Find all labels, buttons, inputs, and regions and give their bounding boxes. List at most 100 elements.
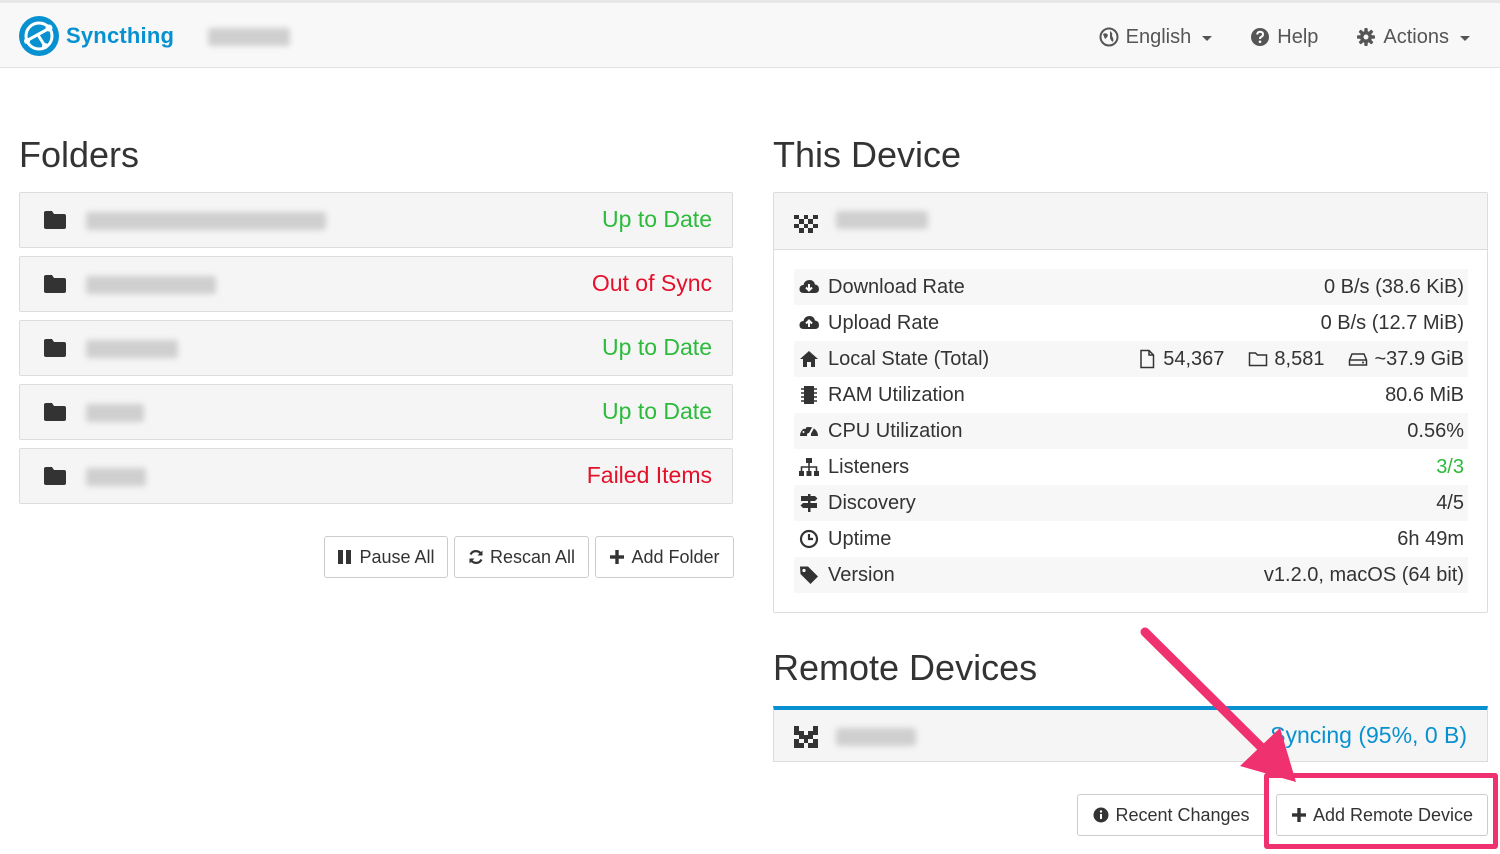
stat-label: Discovery [828, 491, 916, 514]
pause-all-button[interactable]: Pause All [324, 536, 448, 578]
recent-changes-label: Recent Changes [1115, 804, 1250, 825]
folder-status: Up to Date [602, 334, 712, 360]
stat-label: Download Rate [828, 275, 965, 298]
local-state-values: 54,367 8,581 ~37.9 GiB [1137, 348, 1464, 371]
stat-value: 3/3 [1436, 455, 1464, 478]
local-files-count: 54,367 [1163, 347, 1225, 370]
stat-value: 6h 49m [1397, 527, 1464, 550]
folder-name-blurred [86, 276, 216, 294]
folder-status: Up to Date [602, 206, 712, 232]
stat-row-ram: RAM Utilization 80.6 MiB [794, 377, 1468, 413]
rescan-all-label: Rescan All [489, 546, 576, 567]
cloud-download-icon [799, 280, 819, 293]
this-device-panel: Download Rate 0 B/s (38.6 KiB) Upload Ra… [773, 192, 1488, 613]
chevron-down-icon [1460, 35, 1470, 41]
brand-name: Syncthing [66, 23, 175, 48]
remote-device-status: Syncing (95%, 0 B) [1270, 722, 1467, 748]
folder-icon [44, 403, 66, 421]
folder-status: Out of Sync [591, 270, 712, 296]
globe-icon [1099, 27, 1119, 47]
dashboard-icon [800, 425, 818, 437]
folder-name-blurred [86, 404, 144, 422]
stat-row-discovery: Discovery 4/5 [794, 485, 1468, 521]
help-link[interactable]: Help [1250, 26, 1318, 49]
file-icon [1140, 349, 1155, 369]
stat-row-listeners: Listeners 3/3 [794, 449, 1468, 485]
stat-label: Upload Rate [828, 311, 940, 334]
actions-dropdown[interactable]: Actions [1356, 26, 1470, 49]
folder-panel[interactable]: Up to Date [19, 192, 733, 248]
folder-panel[interactable]: Out of Sync [19, 256, 733, 312]
remote-device-panel[interactable]: Syncing (95%, 0 B) [773, 706, 1488, 762]
folder-icon [44, 211, 66, 229]
stat-label: Uptime [828, 527, 892, 550]
syncthing-logo-icon [19, 16, 59, 56]
folder-panel[interactable]: Up to Date [19, 320, 733, 376]
chevron-down-icon [1202, 35, 1213, 41]
this-device-header[interactable] [774, 193, 1487, 250]
folder-name-blurred [86, 212, 326, 230]
stat-value: 4/5 [1436, 491, 1464, 514]
gear-icon [1357, 28, 1376, 46]
brand[interactable]: Syncthing [18, 14, 174, 58]
stat-value: 80.6 MiB [1385, 383, 1464, 406]
stat-row-download-rate: Download Rate 0 B/s (38.6 KiB) [794, 269, 1468, 305]
stat-label: Version [828, 563, 895, 586]
folder-icon [44, 339, 66, 357]
stat-label: CPU Utilization [828, 419, 963, 442]
folder-name-blurred [86, 468, 146, 486]
folder-outline-icon [1249, 352, 1268, 367]
language-label: English [1125, 25, 1192, 48]
stat-label: RAM Utilization [828, 383, 965, 406]
stat-value: 0.56% [1407, 419, 1464, 442]
stat-row-upload-rate: Upload Rate 0 B/s (12.7 MiB) [794, 305, 1468, 341]
question-circle-icon [1251, 28, 1270, 46]
folder-name-blurred [86, 340, 178, 358]
memory-chip-icon [801, 386, 817, 404]
stat-row-uptime: Uptime 6h 49m [794, 521, 1468, 557]
stat-value: 0 B/s (38.6 KiB) [1323, 275, 1464, 298]
refresh-icon [469, 550, 483, 564]
remote-device-name-blurred [836, 728, 916, 746]
stat-row-local-state: Local State (Total) 54,367 8,581 ~37.9 G… [794, 341, 1468, 377]
device-name-blurred [836, 211, 928, 229]
pause-icon [338, 550, 352, 564]
pause-all-label: Pause All [359, 546, 435, 567]
add-remote-device-button[interactable]: Add Remote Device [1276, 794, 1488, 836]
device-stats-table: Download Rate 0 B/s (38.6 KiB) Upload Ra… [794, 269, 1468, 593]
stat-label: Local State (Total) [828, 347, 990, 370]
add-remote-device-label: Add Remote Device [1312, 804, 1474, 825]
rescan-all-button[interactable]: Rescan All [454, 536, 589, 578]
clock-icon [799, 529, 819, 549]
folder-icon [44, 275, 66, 293]
add-folder-button[interactable]: Add Folder [595, 536, 734, 578]
folders-heading: Folders [19, 134, 140, 175]
home-icon [800, 351, 818, 367]
stat-value: 0 B/s (12.7 MiB) [1320, 311, 1464, 334]
remote-devices-heading: Remote Devices [773, 647, 1038, 688]
navbar: Syncthing English Help Actions [0, 0, 1500, 68]
local-size: ~37.9 GiB [1374, 347, 1464, 370]
signpost-icon [800, 494, 818, 512]
recent-changes-button[interactable]: Recent Changes [1077, 794, 1266, 836]
folder-panel[interactable]: Up to Date [19, 384, 733, 440]
hard-drive-icon [1349, 353, 1368, 366]
plus-icon [1291, 808, 1306, 822]
device-name-blurred [208, 28, 290, 46]
folder-status: Failed Items [586, 462, 712, 488]
this-device-heading: This Device [773, 134, 962, 175]
folder-status: Up to Date [602, 398, 712, 424]
stat-row-version: Version v1.2.0, macOS (64 bit) [794, 557, 1468, 593]
folder-panel[interactable]: Failed Items [19, 448, 733, 504]
device-identicon-icon [794, 726, 818, 748]
device-identicon-icon [794, 215, 818, 233]
stat-row-cpu: CPU Utilization 0.56% [794, 413, 1468, 449]
stat-label: Listeners [828, 455, 910, 478]
add-folder-label: Add Folder [631, 546, 720, 567]
sitemap-icon [799, 458, 819, 476]
actions-label: Actions [1383, 25, 1449, 48]
stat-value: v1.2.0, macOS (64 bit) [1263, 563, 1464, 586]
info-circle-icon [1093, 807, 1109, 823]
language-dropdown[interactable]: English [1099, 26, 1213, 49]
tag-icon [800, 566, 818, 584]
